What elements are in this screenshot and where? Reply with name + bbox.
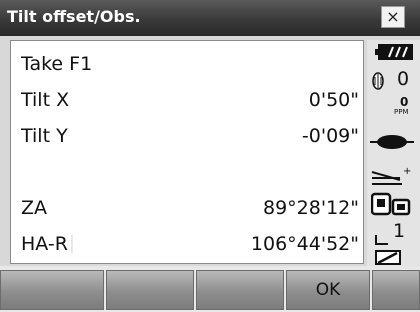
input-mode-icon xyxy=(375,250,401,265)
tilt-correction-icon: + xyxy=(371,166,411,185)
field-row-za: ZA 89°28'12" xyxy=(11,195,365,227)
prism-constant-value: 0 xyxy=(397,68,410,90)
title-bar: Tilt offset/Obs. × xyxy=(0,0,420,36)
page-number: 1 xyxy=(393,220,406,242)
ha-r-value: 106°44'52" xyxy=(250,233,359,255)
instrument-icon xyxy=(371,192,411,216)
battery-icon xyxy=(375,44,413,60)
softkey-bar: OK xyxy=(0,266,420,312)
field-row-ha-r: HA-R 106°44'52" xyxy=(11,231,365,263)
app-screen: Tilt offset/Obs. × Take F1 Tilt X 0'50" … xyxy=(0,0,420,312)
observation-panel: Take F1 Tilt X 0'50" Tilt Y -0'09" ZA 89… xyxy=(10,40,364,264)
svg-text:+: + xyxy=(403,166,411,177)
status-bar: 0 0 PPM + 1 xyxy=(367,40,420,266)
softkey-2[interactable] xyxy=(106,270,194,310)
softkey-1[interactable] xyxy=(0,270,104,310)
ppm-value: 0 xyxy=(400,95,409,109)
laser-pointer-icon xyxy=(370,135,414,149)
tilt-y-value: -0'09" xyxy=(301,125,359,147)
page-icon xyxy=(375,235,388,245)
text-cursor xyxy=(70,235,73,253)
ha-r-label-text: HA-R xyxy=(21,233,68,255)
ok-button[interactable]: OK xyxy=(286,270,370,310)
ha-r-label: HA-R xyxy=(21,233,73,255)
za-label: ZA xyxy=(21,197,48,219)
field-row-take-f1[interactable]: Take F1 xyxy=(11,51,365,83)
close-button[interactable]: × xyxy=(381,6,405,28)
tilt-x-label: Tilt X xyxy=(21,89,70,111)
field-row-tilt-y: Tilt Y -0'09" xyxy=(11,123,365,155)
softkey-3[interactable] xyxy=(196,270,284,310)
window-title: Tilt offset/Obs. xyxy=(7,7,141,26)
tilt-x-value: 0'50" xyxy=(308,89,359,111)
tilt-y-label: Tilt Y xyxy=(21,125,68,147)
take-f1-label: Take F1 xyxy=(21,53,93,75)
softkey-5[interactable] xyxy=(372,270,420,310)
ppm-unit: PPM xyxy=(394,108,409,116)
prism-target-icon xyxy=(372,72,384,90)
field-row-tilt-x: Tilt X 0'50" xyxy=(11,87,365,119)
za-value: 89°28'12" xyxy=(263,197,359,219)
